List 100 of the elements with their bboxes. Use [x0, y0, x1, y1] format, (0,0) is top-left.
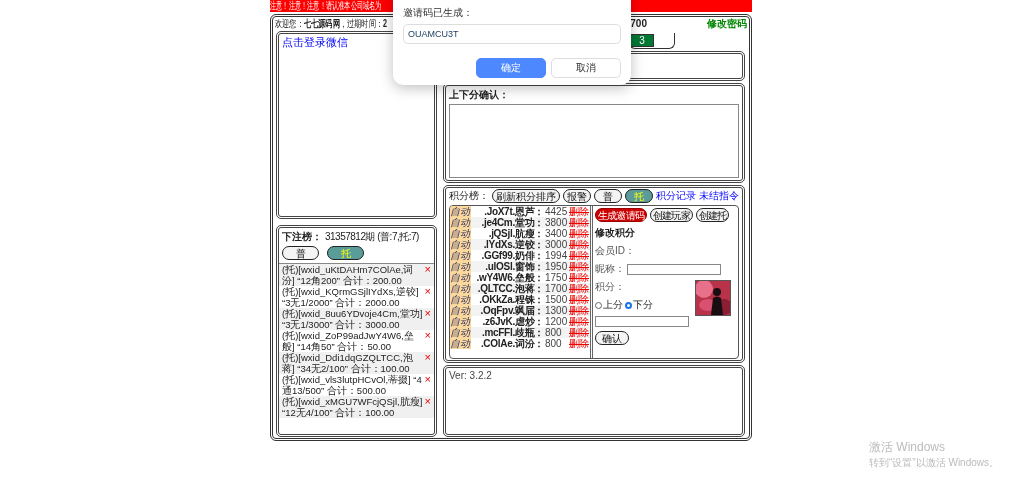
delete-link[interactable]: ×	[424, 308, 431, 330]
toolbar-link[interactable]: 积分记录	[656, 189, 696, 203]
delete-link[interactable]: 删除	[569, 272, 590, 283]
bet-entry: (托)[wxid_uKtDAHm7COlAe,词汾] “12角200” 合计：200.00	[282, 264, 415, 286]
mode-label: 自动	[450, 294, 471, 305]
score-value: 3400	[544, 228, 569, 239]
notice-text: 注意！注意！注意！请认准本公司域名为	[270, 0, 382, 12]
player-name: .z6JvK.虐炒：	[482, 316, 544, 327]
delete-link[interactable]: ×	[424, 352, 431, 374]
toolbar-button[interactable]: 刷新积分排序	[492, 189, 560, 203]
mode-label: 自动	[450, 217, 471, 228]
delete-link[interactable]: 删除	[569, 327, 590, 338]
member-id-label: 会员ID：	[595, 244, 635, 258]
score-value: 800	[544, 327, 563, 338]
delete-link[interactable]: 删除	[569, 217, 590, 228]
mode-label: 自动	[450, 228, 471, 239]
delete-link[interactable]: ×	[424, 396, 431, 418]
delete-link[interactable]: 删除	[569, 283, 590, 294]
score-value: 1950	[544, 261, 569, 272]
action-button[interactable]: 创建托	[695, 208, 730, 222]
score-value: 1500	[544, 294, 569, 305]
action-button[interactable]: 创建玩家	[650, 208, 693, 222]
delete-link[interactable]: 删除	[569, 261, 590, 272]
delete-link[interactable]: 删除	[569, 239, 590, 250]
filter-toggle[interactable]: 普	[282, 246, 319, 260]
period-text: 31357812期 (普:7,托:7)	[325, 230, 419, 244]
player-name: .OKkZa.程铢：	[479, 294, 544, 305]
mode-label: 自动	[450, 272, 471, 283]
mode-label: 自动	[450, 261, 471, 272]
score-value: 1200	[544, 316, 569, 327]
invite-code-field[interactable]: OUAMCU3T	[403, 24, 621, 44]
change-password-link[interactable]: 修改密码	[707, 17, 747, 31]
player-name: .lYdXs.逆铰：	[482, 239, 544, 250]
activation-title: 激活 Windows	[869, 439, 946, 456]
radio-option[interactable]: 下分	[625, 298, 653, 312]
player-name: .jQSjl.肮瘦：	[488, 228, 544, 239]
delete-link[interactable]: ×	[424, 286, 431, 308]
player-name: .je4Cm.堂功：	[480, 217, 544, 228]
score-value: 800	[544, 338, 563, 349]
form-title: 修改积分	[595, 226, 635, 240]
score-value: 3800	[544, 217, 569, 228]
welcome-text: 欢迎您：七七源码网，过期时间：2	[275, 17, 387, 31]
nickname-label: 昵称：	[595, 262, 625, 276]
header-text: 700	[630, 17, 647, 31]
nickname-field[interactable]	[627, 263, 721, 275]
bet-entry: (托)[wxid_KQrmGSjlIYdXs,逆铰] “3无1/2000” 合计：2000.00	[282, 286, 420, 308]
player-name: .GGf99.奶俳：	[480, 250, 544, 261]
score-value: 1700	[544, 283, 569, 294]
radio-option[interactable]: 上分	[595, 298, 623, 312]
filter-toggle[interactable]: 普	[594, 189, 622, 203]
delete-link[interactable]: 删除	[569, 206, 590, 217]
filter-toggle[interactable]: 托	[327, 246, 364, 260]
filter-toggle[interactable]: 托	[625, 189, 653, 203]
player-name: .ulOSl.窗饰：	[485, 261, 544, 272]
player-name: .mcFFl.歧瓶：	[481, 327, 544, 338]
mode-label: 自动	[450, 305, 471, 316]
dialog-button[interactable]: 确定	[476, 58, 546, 78]
delete-link[interactable]: ×	[424, 264, 431, 286]
delete-link[interactable]: 删除	[569, 228, 590, 239]
delete-link[interactable]: 删除	[569, 305, 590, 316]
bet-entry: (托)[wxid_8uu6YDvoje4Cm,堂功] “3无1/3000” 合计：3000.00	[282, 308, 424, 330]
mode-label: 自动	[450, 327, 471, 338]
toolbar-button[interactable]: 报警	[563, 189, 591, 203]
mode-label: 自动	[450, 250, 471, 261]
delete-link[interactable]: ×	[424, 374, 431, 396]
mode-label: 自动	[450, 239, 471, 250]
bet-title: 下注榜：	[282, 230, 322, 244]
score-value: 4425	[544, 206, 569, 217]
score-value: 1750	[544, 272, 569, 283]
confirm-title: 上下分确认：	[449, 88, 510, 102]
player-name: .COlAe.词汾：	[479, 338, 544, 349]
dialog-button[interactable]: 取消	[551, 58, 621, 78]
version-text: Ver: 3.2.2	[449, 370, 492, 381]
player-name: .QLTCC.泡蒋：	[476, 283, 544, 294]
delete-link[interactable]: 删除	[569, 316, 590, 327]
score-value: 1300	[544, 305, 569, 316]
score-value: 1994	[544, 250, 569, 261]
wechat-login-link[interactable]: 点击登录微信	[282, 36, 348, 48]
bet-entry: (托)[wxid_vls3lutpHCvOl,蒂掇] “4通13/500” 合计：500.00	[282, 374, 423, 396]
delete-link[interactable]: 删除	[569, 294, 590, 305]
player-name: .wY4W6.垒般：	[475, 272, 544, 283]
score-title: 积分榜：	[449, 189, 489, 203]
bet-entry: (托)[wxid_Ddi1dqGZQLTCC,泡蒋] “34无2/100” 合计：100.00	[282, 352, 414, 374]
mode-label: 自动	[450, 283, 471, 294]
delete-link[interactable]: 删除	[569, 338, 590, 349]
score-label: 积分：	[595, 280, 626, 294]
score-field[interactable]	[595, 316, 689, 327]
confirm-button[interactable]: 确认	[595, 331, 629, 345]
toolbar-link[interactable]: 未结指令	[699, 189, 739, 203]
action-button[interactable]: 生成邀请码	[595, 208, 647, 222]
count-badge: 3	[630, 34, 654, 47]
bet-entry: (托)[wxid_xMGU7WFcjQSjl,肮瘦] “12无4/100” 合计：100.00	[282, 396, 424, 418]
player-name: .JoX7t.恩芦：	[483, 206, 544, 217]
dialog-label: 邀请码已生成：	[403, 6, 474, 20]
delete-link[interactable]: 删除	[569, 250, 590, 261]
confirm-textarea[interactable]	[449, 104, 739, 178]
score-value: 3000	[544, 239, 569, 250]
mode-label: 自动	[450, 338, 471, 349]
delete-link[interactable]: ×	[424, 330, 431, 352]
mode-label: 自动	[450, 206, 471, 217]
